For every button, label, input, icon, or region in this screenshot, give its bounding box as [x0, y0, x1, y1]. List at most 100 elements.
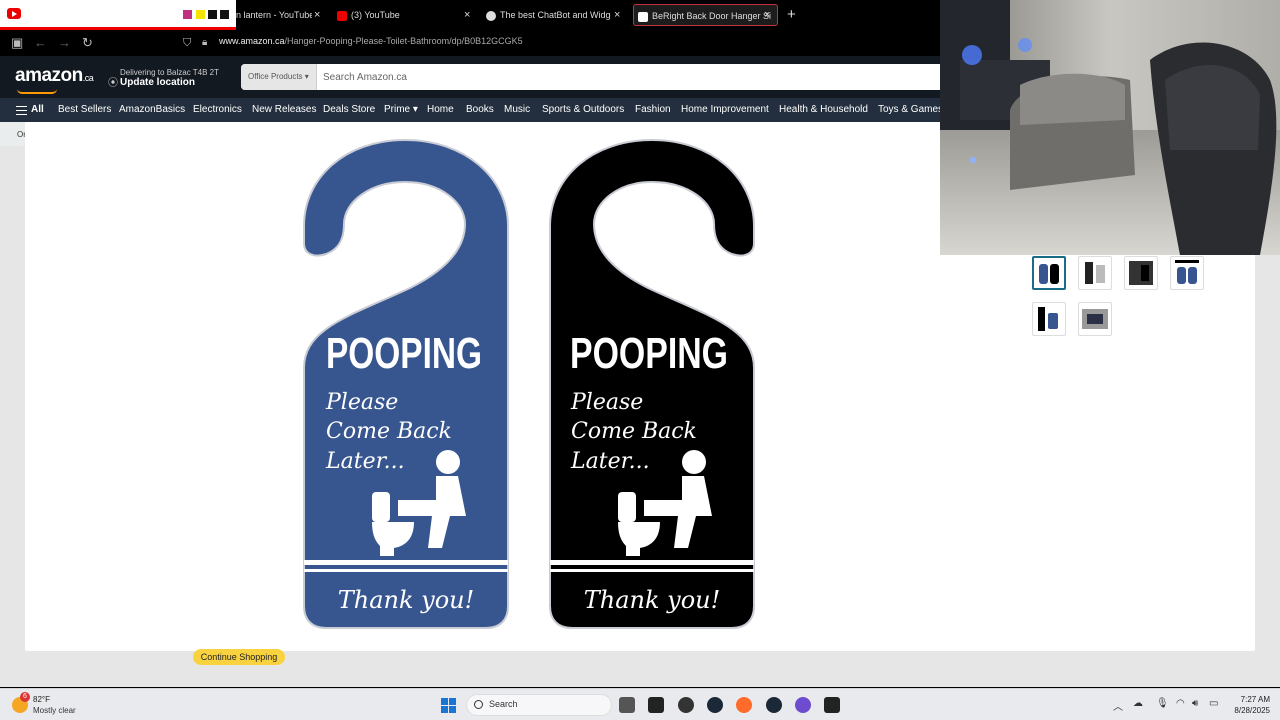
nav-item-fashion[interactable]: Fashion: [635, 98, 671, 122]
microphone-icon[interactable]: 🎙︎: [1156, 698, 1169, 709]
search-department-select[interactable]: Office Products ▾: [241, 64, 317, 90]
clock-date: 8/28/2025: [1234, 706, 1270, 715]
weather-temperature: 82°F: [33, 695, 50, 704]
youtube-favicon-icon: [337, 10, 347, 21]
nav-item-books[interactable]: Books: [466, 98, 494, 122]
blue-door-hanger: POOPING Please Come Back Later... Thank …: [303, 138, 509, 629]
continue-shopping-button[interactable]: Continue Shopping: [193, 649, 285, 665]
wifi-icon[interactable]: ◠: [1176, 698, 1185, 709]
blue-script-line3: Later...: [325, 449, 405, 474]
tab-youtube[interactable]: (3) YouTube: [337, 4, 462, 26]
nav-item-all[interactable]: All: [31, 98, 44, 122]
url-path: /Hanger-Pooping-Please-Toilet-Bathroom/d…: [284, 36, 523, 46]
app-circle-icon[interactable]: [678, 697, 694, 713]
blue-thank-you: Thank you!: [338, 586, 475, 614]
shield-icon[interactable]: ⛉: [183, 34, 191, 52]
logo-text: amazon: [15, 65, 83, 86]
chevron-up-icon[interactable]: ︿: [1113, 698, 1123, 713]
thumbnail-image: [1085, 262, 1105, 284]
product-image[interactable]: POOPING Please Come Back Later... Thank …: [290, 128, 770, 634]
back-arrow-icon[interactable]: ←: [34, 34, 47, 52]
address-bar[interactable]: www.amazon.ca/Hanger-Pooping-Please-Toil…: [219, 36, 523, 46]
location-pin-icon: ⦿: [108, 78, 118, 89]
blue-script-line2: Come Back: [326, 419, 452, 444]
system-clock[interactable]: 7:27 AM 8/28/2025: [1226, 694, 1270, 716]
browser-address-row: ▣ ← → ↻ ⛉ 🔒︎ www.amazon.ca/Hanger-Poopin…: [0, 30, 940, 56]
url-domain: www.amazon.ca: [219, 36, 285, 46]
webcam-overlay: [940, 0, 1280, 255]
lock-icon[interactable]: 🔒︎: [202, 34, 207, 52]
thumbnail-6[interactable]: [1078, 302, 1112, 336]
nav-item-music[interactable]: Music: [504, 98, 530, 122]
sidebar-toggle-icon[interactable]: ▣: [11, 34, 23, 52]
blue-script-line1: Please: [325, 390, 398, 415]
thumbnail-image: [1039, 264, 1059, 284]
thumbnail-3[interactable]: [1124, 256, 1158, 290]
battery-icon[interactable]: ▭: [1209, 698, 1218, 709]
black-script-line1: Please: [570, 390, 643, 415]
screen: n lantern - YouTube M × (3) YouTube × Th…: [0, 0, 1280, 720]
app-dark-icon[interactable]: [824, 697, 840, 713]
tab-close-button[interactable]: ×: [314, 4, 320, 26]
thumbnail-image: [1038, 307, 1058, 331]
reload-icon[interactable]: ↻: [82, 34, 93, 52]
logo-suffix: .ca: [82, 73, 94, 83]
steam-icon[interactable]: [707, 697, 723, 713]
color-swatch-black: [220, 10, 229, 19]
windows-start-icon[interactable]: [441, 698, 456, 713]
app-purple-icon[interactable]: [795, 697, 811, 713]
color-swatch-yellow: [196, 10, 205, 19]
amazon-smile-icon: [17, 89, 57, 94]
file-explorer-icon[interactable]: [619, 697, 635, 713]
firefox-icon[interactable]: [736, 697, 752, 713]
tab-close-button[interactable]: ×: [614, 4, 620, 26]
youtube-overlay-banner: [0, 0, 236, 30]
nav-item-sports-outdoors[interactable]: Sports & Outdoors: [542, 98, 624, 122]
search-icon: [474, 700, 483, 709]
nav-item-amazonbasics[interactable]: AmazonBasics: [119, 98, 185, 122]
nav-item-best-sellers[interactable]: Best Sellers: [58, 98, 111, 122]
nav-item-deals-store[interactable]: Deals Store: [323, 98, 375, 122]
update-location-label: Update location: [120, 77, 196, 88]
amazon-favicon-icon: [638, 11, 648, 22]
new-tab-button[interactable]: +: [787, 4, 796, 26]
thumbnail-2[interactable]: [1078, 256, 1112, 290]
nav-item-health-household[interactable]: Health & Household: [779, 98, 868, 122]
tab-amazon-door-hanger[interactable]: BeRight Back Door Hanger Si: [633, 4, 778, 26]
search-label: Search: [489, 699, 518, 709]
steam-icon-2[interactable]: [766, 697, 782, 713]
hamburger-menu-icon[interactable]: [16, 106, 27, 115]
thumbnail-4[interactable]: [1170, 256, 1204, 290]
tab-youtube-lantern[interactable]: n lantern - YouTube M: [236, 4, 312, 26]
nav-item-toys-games[interactable]: Toys & Games: [878, 98, 943, 122]
epic-games-icon[interactable]: [648, 697, 664, 713]
weather-badge: 6: [20, 692, 30, 702]
cloud-icon[interactable]: ☁: [1133, 698, 1143, 709]
blue-pooping-text: POOPING: [326, 329, 482, 378]
amazon-logo[interactable]: amazon.ca: [15, 65, 94, 87]
tab-close-button[interactable]: ×: [464, 4, 470, 26]
tab-label: n lantern - YouTube M: [236, 10, 312, 20]
search-input[interactable]: [323, 64, 923, 90]
black-script-line2: Come Back: [571, 419, 697, 444]
tab-close-button[interactable]: ×: [764, 4, 770, 26]
color-swatch-magenta: [183, 10, 192, 19]
tab-chatbot-widgets[interactable]: The best ChatBot and Widgets: [486, 4, 611, 26]
taskbar-search[interactable]: Search: [466, 694, 612, 716]
nav-item-electronics[interactable]: Electronics: [193, 98, 242, 122]
thumbnail-5[interactable]: [1032, 302, 1066, 336]
thumbnail-image: [1129, 261, 1153, 285]
thumbnail-1[interactable]: [1032, 256, 1066, 290]
forward-arrow-icon[interactable]: →: [58, 34, 71, 52]
nav-item-new-releases[interactable]: New Releases: [252, 98, 316, 122]
nav-item-home[interactable]: Home: [427, 98, 454, 122]
nav-item-prime[interactable]: Prime ▾: [384, 98, 418, 122]
nav-item-home-improvement[interactable]: Home Improvement: [681, 98, 769, 122]
tab-label: BeRight Back Door Hanger Si: [652, 11, 772, 21]
tab-label: (3) YouTube: [351, 10, 400, 20]
youtube-logo-icon: [7, 8, 21, 19]
speaker-icon[interactable]: 🔊︎: [1192, 698, 1198, 709]
black-script-line3: Later...: [570, 449, 650, 474]
black-thank-you: Thank you!: [584, 586, 721, 614]
amazon-header: amazon.ca ⦿ Delivering to Balzac T4B 2T …: [0, 56, 940, 98]
